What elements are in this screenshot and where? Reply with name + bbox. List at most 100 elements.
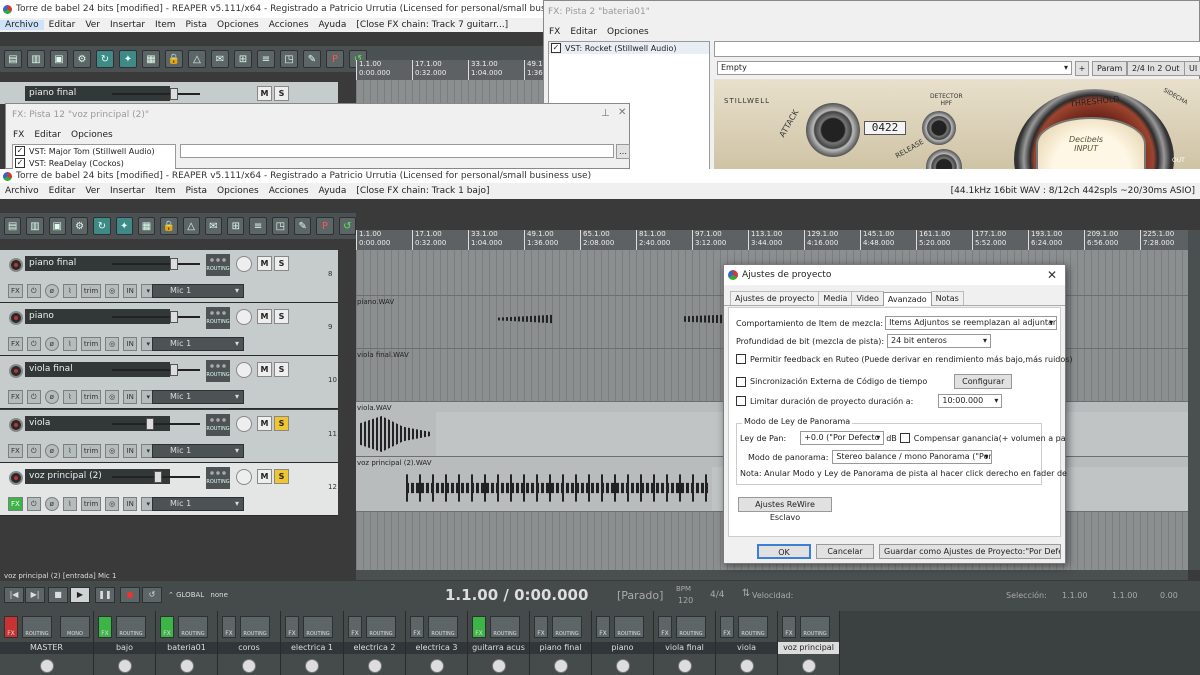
trim-label[interactable]: trim: [80, 284, 102, 298]
solo-button[interactable]: S: [274, 256, 289, 271]
record-icon[interactable]: ●: [120, 587, 140, 603]
fx-voz-menu-editar[interactable]: Editar: [29, 130, 66, 140]
mixer-strip-name[interactable]: coros: [218, 642, 280, 654]
mixer-pan-knob[interactable]: [179, 659, 194, 673]
bpm-value[interactable]: 120: [678, 596, 693, 605]
mixer-pan-knob[interactable]: [677, 659, 692, 673]
pan-mode-select[interactable]: Stereo balance / mono Panorama ("Por: [832, 450, 993, 464]
pause-icon[interactable]: ❚❚: [95, 587, 115, 603]
metronome-icon[interactable]: △: [182, 217, 200, 235]
track-row[interactable]: voz principal (2) ROUTING M S 12 FX ⏻ ø ⌇ trim ◎ IN…: [0, 463, 338, 516]
input-select[interactable]: Mic 1: [152, 444, 244, 458]
menu-opciones[interactable]: Opciones: [212, 186, 264, 196]
compensate-checkbox[interactable]: [899, 433, 910, 443]
routing-button[interactable]: ROUTING: [206, 414, 230, 436]
bit-depth-select[interactable]: 24 bit enteros: [887, 334, 992, 348]
mixer-routing-button[interactable]: ROUTING: [552, 616, 582, 638]
mute-button[interactable]: M: [257, 309, 272, 324]
save-icon[interactable]: ▣: [48, 217, 66, 235]
back-mute-button[interactable]: M: [257, 86, 272, 101]
mixer-pan-knob[interactable]: [801, 659, 816, 673]
selection-end[interactable]: 1.1.00: [1112, 591, 1137, 600]
record-arm-icon[interactable]: [9, 471, 23, 485]
envelope-icon[interactable]: ✉: [204, 217, 223, 235]
envelope-icon[interactable]: ⌇: [62, 390, 77, 404]
sync-checkbox[interactable]: [736, 376, 746, 387]
envelope-icon[interactable]: ⌇: [62, 284, 77, 298]
mixer-routing-button[interactable]: ROUTING: [800, 616, 830, 638]
track-row[interactable]: viola finalROUTINGMS10FX⏻ø⌇trim◎IN▾›Mic …: [0, 356, 338, 409]
plugin-enabled-checkbox[interactable]: ✓: [551, 43, 561, 53]
mixer-strip-name[interactable]: MASTER: [0, 642, 93, 654]
mixer-fx-button[interactable]: FX: [4, 616, 18, 638]
plugin-enabled-checkbox[interactable]: ✓: [15, 158, 25, 168]
solo-button[interactable]: S: [274, 469, 289, 484]
lock-icon[interactable]: 🔒: [165, 50, 183, 68]
phase-icon[interactable]: ø: [44, 284, 59, 298]
auto-icon[interactable]: ↺: [338, 217, 356, 235]
fx-button[interactable]: FX: [8, 444, 23, 458]
input-select[interactable]: Mic 1: [152, 497, 244, 511]
mixer-strip-name[interactable]: electrica 2: [344, 642, 405, 654]
menu-close-fx[interactable]: [Close FX chain: Track 1 bajo]: [351, 186, 494, 196]
mixer-fx-button[interactable]: FX: [410, 616, 424, 638]
mixer-fx-button[interactable]: FX: [98, 616, 112, 638]
power-icon[interactable]: ⏻: [26, 390, 41, 404]
global-automation[interactable]: ⌃ GLOBAL none: [168, 591, 228, 599]
mixer-strip[interactable]: FX ROUTING electrica 2: [344, 611, 406, 675]
trim-label[interactable]: trim: [80, 337, 102, 351]
menu-item[interactable]: Item: [150, 186, 181, 196]
menu-ayuda-back[interactable]: Ayuda: [314, 20, 352, 30]
fader-knob[interactable]: [154, 471, 162, 483]
menu-ver[interactable]: Ver: [80, 186, 105, 196]
trim-label[interactable]: trim: [80, 390, 102, 404]
envelope-icon[interactable]: ⌇: [62, 337, 77, 351]
trim-label[interactable]: trim: [80, 444, 102, 458]
menu-ver-back[interactable]: Ver: [80, 20, 105, 30]
mixer-strip[interactable]: FX ROUTING voz principal: [778, 611, 840, 675]
mixer-strip[interactable]: FX ROUTING electrica 3: [406, 611, 468, 675]
loop-icon[interactable]: ↻: [96, 50, 114, 68]
envelope-icon[interactable]: ⌇: [62, 444, 77, 458]
velocity-icon[interactable]: ⇅: [742, 588, 750, 599]
save-default-button[interactable]: Guardar como Ajustes de Proyecto:"Por De…: [879, 544, 1061, 559]
plugin-enabled-checkbox[interactable]: ✓: [15, 146, 25, 156]
fader-knob[interactable]: [170, 364, 178, 376]
mixer-fx-button[interactable]: FX: [472, 616, 486, 638]
mixer-strip[interactable]: FX ROUTING coros: [218, 611, 281, 675]
limit-input[interactable]: 10:00.000: [938, 394, 1003, 408]
pan-knob[interactable]: [236, 362, 252, 378]
mixer-strip-name[interactable]: piano final: [530, 642, 591, 654]
redo-icon[interactable]: P: [326, 50, 344, 68]
timeline-ruler[interactable]: 1.1.00 0:00.000 17.1.00 0:32.000 33.1.00 1:04…: [356, 230, 1200, 250]
ok-button[interactable]: OK: [757, 544, 811, 559]
in-label[interactable]: IN: [123, 444, 138, 458]
pan-knob[interactable]: [236, 256, 252, 272]
mixer-fx-button[interactable]: FX: [285, 616, 299, 638]
mixer-icon[interactable]: ≡: [257, 50, 275, 68]
detector-knob[interactable]: [922, 111, 956, 145]
ripple-icon[interactable]: ✦: [119, 50, 137, 68]
routing-button[interactable]: ROUTING: [206, 360, 230, 382]
attack-knob[interactable]: [806, 103, 860, 157]
mixer-strip-name[interactable]: voz principal: [778, 642, 839, 654]
selection-start[interactable]: 1.1.00: [1062, 591, 1087, 600]
new-project-icon[interactable]: ▤: [4, 217, 22, 235]
routing-icon[interactable]: ⊞: [227, 217, 245, 235]
menu-pista-back[interactable]: Pista: [181, 20, 212, 30]
mixer-strip[interactable]: FX ROUTING viola final: [654, 611, 716, 675]
mixer-pan-knob[interactable]: [39, 659, 54, 673]
mute-button[interactable]: M: [257, 362, 272, 377]
fx-io-button[interactable]: 2/4 In 2 Out: [1127, 61, 1185, 76]
configure-button[interactable]: Configurar: [954, 374, 1013, 389]
back-track-fader[interactable]: [112, 88, 200, 100]
record-arm-icon[interactable]: [9, 311, 23, 325]
mixer-fx-button[interactable]: FX: [658, 616, 672, 638]
fx-add-preset-button[interactable]: +: [1075, 61, 1089, 76]
menu-acciones[interactable]: Acciones: [264, 186, 314, 196]
pencil-icon[interactable]: ✎: [303, 50, 321, 68]
mixer-fx-button[interactable]: FX: [720, 616, 734, 638]
fx-voz-plugin-row[interactable]: ✓ VST: ReaDelay (Cockos): [13, 157, 175, 169]
mixer-strip-name[interactable]: bateria01: [156, 642, 217, 654]
mixer-routing-button[interactable]: ROUTING: [366, 616, 396, 638]
